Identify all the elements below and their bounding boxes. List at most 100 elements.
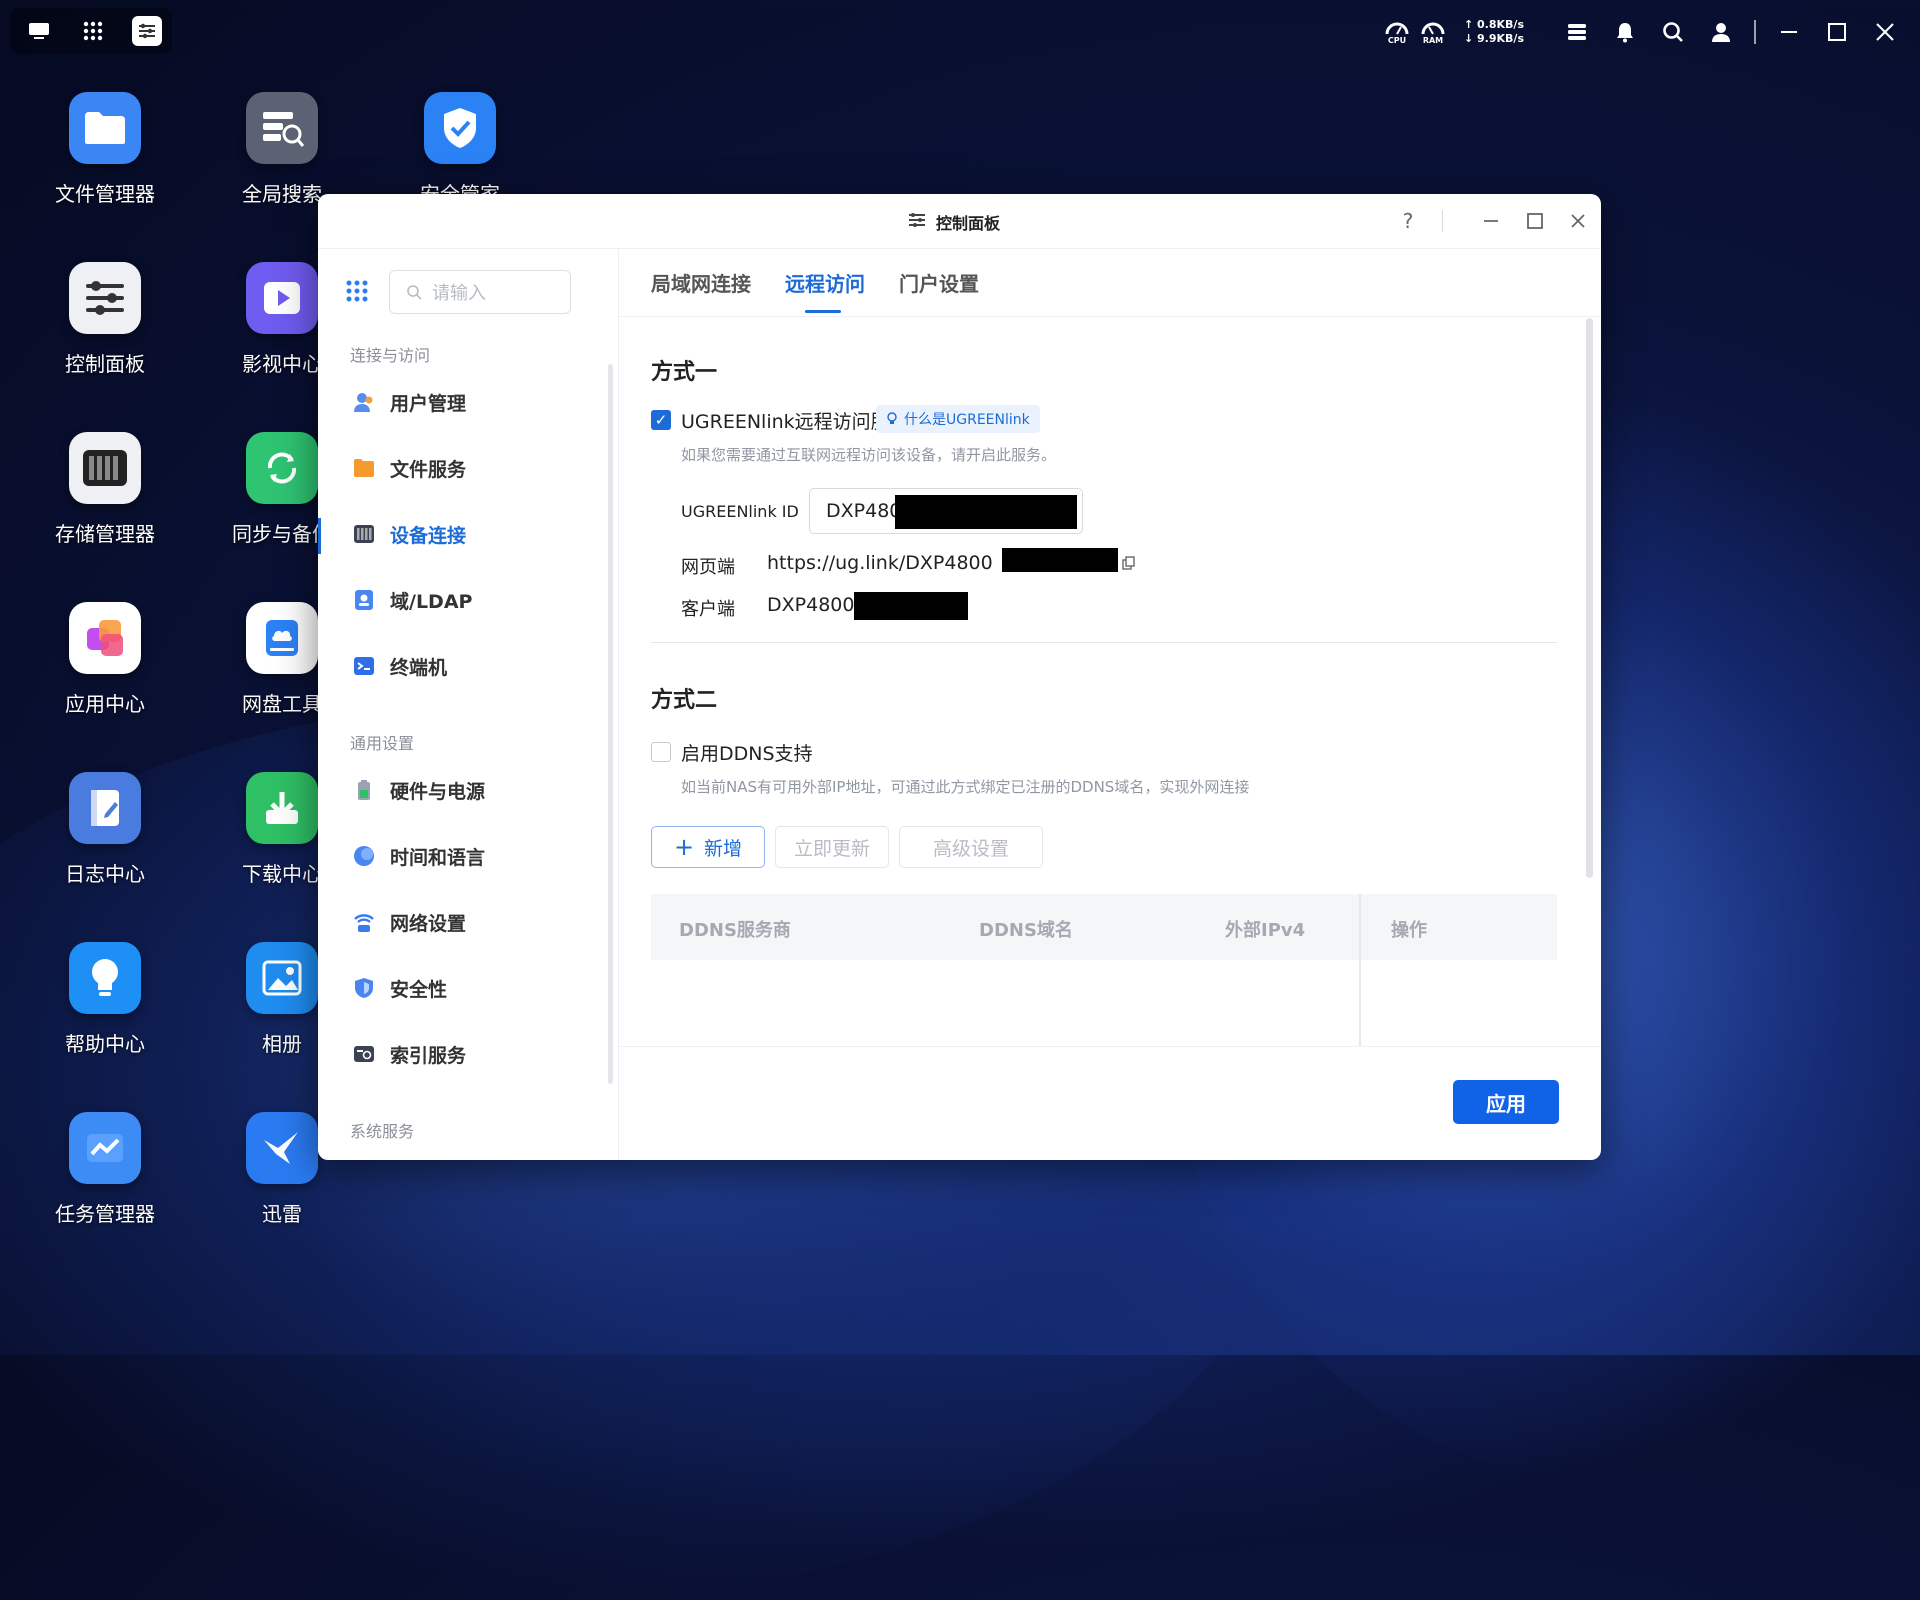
nav-label: 索引服务 <box>390 1044 467 1067</box>
nav-item-file-services[interactable]: 文件服务 <box>352 448 466 488</box>
desktop-icon-app-center[interactable]: 应用中心 <box>25 602 185 717</box>
ddns-checkbox-label: 启用DDNS支持 <box>681 743 813 765</box>
lightbulb-icon <box>69 942 141 1014</box>
widgets-icon[interactable] <box>1562 17 1592 47</box>
ddns-checkbox[interactable] <box>651 742 671 762</box>
update-now-button[interactable]: 立即更新 <box>775 826 889 868</box>
tab-portal-settings[interactable]: 门户设置 <box>899 268 979 307</box>
main-content: 局域网连接 远程访问 门户设置 方式一 ✓ UGREENlink远程访问服务 什… <box>619 248 1601 1160</box>
desktop-icon-control-panel[interactable]: 控制面板 <box>25 262 185 377</box>
control-panel-task-icon[interactable] <box>132 16 162 46</box>
nav-item-security[interactable]: 安全性 <box>352 968 447 1008</box>
nav-item-terminal[interactable]: 终端机 <box>352 646 447 686</box>
battery-icon <box>358 780 370 800</box>
client-label: 客户端 <box>681 599 735 620</box>
ram-gauge[interactable]: RAM <box>1420 20 1446 45</box>
app-grid-icon[interactable] <box>78 16 108 46</box>
cpu-gauge[interactable]: CPU <box>1384 20 1410 45</box>
ugreenlink-hint: 如果您需要通过互联网远程访问该设备，请开启此服务。 <box>681 446 1057 464</box>
ddns-table-header: DDNS服务商 DDNS域名 外部IPv4 操作 <box>651 894 1557 960</box>
nav-item-user-management[interactable]: 用户管理 <box>352 382 466 422</box>
index-icon <box>354 1046 374 1062</box>
search-input[interactable]: 请输入 <box>389 270 571 314</box>
help-button[interactable]: ? <box>1393 206 1423 236</box>
redaction-block <box>895 495 1077 529</box>
copy-icon[interactable] <box>1122 555 1136 574</box>
control-panel-window: 控制面板 ? 请输入 连接与访问 用户管理 文件服务 设备连接 域/LDAP 终… <box>318 194 1601 1160</box>
nav-item-index-service[interactable]: 索引服务 <box>352 1034 466 1074</box>
sidebar-scrollbar[interactable] <box>608 364 613 1084</box>
bell-icon[interactable] <box>1610 17 1640 47</box>
nav-item-domain-ldap[interactable]: 域/LDAP <box>352 580 472 620</box>
nav-label: 时间和语言 <box>390 846 486 869</box>
shield-icon <box>355 978 373 998</box>
sliders-icon <box>69 262 141 334</box>
nav-label: 终端机 <box>390 656 448 679</box>
web-url-link[interactable]: https://ug.link/DXP4800 <box>767 552 993 574</box>
menu-grid-icon[interactable] <box>344 278 370 304</box>
desktop-icon-security[interactable]: 安全管家 <box>380 92 540 207</box>
minimize-icon[interactable] <box>1774 17 1804 47</box>
desktop-icon-storage-manager[interactable]: 存储管理器 <box>25 432 185 547</box>
content-scrollbar[interactable] <box>1586 318 1593 878</box>
section-separator <box>651 642 1557 643</box>
shield-check-icon <box>424 92 496 164</box>
control-panel-small-icon <box>908 211 926 233</box>
nas-device-icon <box>354 525 374 543</box>
desktop-icon-log-center[interactable]: 日志中心 <box>25 772 185 887</box>
user-icon[interactable] <box>1706 17 1736 47</box>
add-button-label: 新增 <box>704 837 743 860</box>
what-is-ugreenlink-link[interactable]: 什么是UGREENlink <box>876 405 1040 433</box>
terminal-icon <box>354 657 374 675</box>
add-ddns-button[interactable]: + 新增 <box>651 826 765 868</box>
section-label-connect: 连接与访问 <box>350 346 431 365</box>
window-minimize-icon[interactable] <box>1476 206 1506 236</box>
show-desktop-icon[interactable] <box>24 16 54 46</box>
ugreenlink-checkbox-label: UGREENlink远程访问服务 <box>681 411 909 433</box>
advanced-settings-button[interactable]: 高级设置 <box>899 826 1043 868</box>
ram-label: RAM <box>1422 35 1444 45</box>
th-ddns-provider: DDNS服务商 <box>679 920 791 941</box>
desktop-icon-help-center[interactable]: 帮助中心 <box>25 942 185 1057</box>
nav-label: 安全性 <box>390 978 448 1001</box>
apply-button[interactable]: 应用 <box>1453 1080 1559 1124</box>
ugreenlink-id-label: UGREENlink ID <box>681 502 799 521</box>
close-icon[interactable] <box>1870 17 1900 47</box>
download-icon <box>246 772 318 844</box>
desktop-icon-task-manager[interactable]: 任务管理器 <box>25 1112 185 1227</box>
nav-item-time-language[interactable]: 时间和语言 <box>352 836 485 876</box>
maximize-icon[interactable] <box>1822 17 1852 47</box>
window-maximize-icon[interactable] <box>1520 206 1550 236</box>
ddns-hint: 如当前NAS有可用外部IP地址，可通过此方式绑定已注册的DDNS域名，实现外网连… <box>681 778 1250 796</box>
desktop-icon-label: 存储管理器 <box>55 522 155 546</box>
desktop-icon-label: 控制面板 <box>65 352 145 376</box>
log-icon <box>69 772 141 844</box>
ugreenlink-checkbox[interactable]: ✓ <box>651 410 671 430</box>
globe-clock-icon <box>354 846 374 866</box>
tab-lan-connection[interactable]: 局域网连接 <box>651 268 751 307</box>
desktop-icon-label: 帮助中心 <box>65 1032 145 1056</box>
nav-label: 文件服务 <box>390 458 467 481</box>
desktop-icon-label: 文件管理器 <box>55 182 155 206</box>
top-bar: CPU RAM ↑ 0.8KB/s ↓ 9.9KB/s <box>0 0 1920 64</box>
taskbar-group <box>10 8 172 54</box>
search-icon[interactable] <box>1658 17 1688 47</box>
tab-divider <box>619 316 1601 317</box>
tab-remote-access[interactable]: 远程访问 <box>785 268 865 313</box>
window-titlebar[interactable]: 控制面板 ? <box>318 194 1601 249</box>
tray: CPU RAM ↑ 0.8KB/s ↓ 9.9KB/s <box>1384 14 1900 50</box>
nav-item-device-connection[interactable]: 设备连接 <box>352 514 466 554</box>
section-label-system: 系统服务 <box>350 1122 415 1141</box>
nav-item-hardware-power[interactable]: 硬件与电源 <box>352 770 485 810</box>
method-one-title: 方式一 <box>651 360 718 385</box>
th-ddns-domain: DDNS域名 <box>979 920 1073 941</box>
global-search-icon <box>246 92 318 164</box>
folder-icon <box>69 92 141 164</box>
desktop-icon-file-manager[interactable]: 文件管理器 <box>25 92 185 207</box>
desktop-icon-global-search[interactable]: 全局搜索 <box>202 92 362 207</box>
desktop-icon-label: 日志中心 <box>65 862 145 886</box>
video-icon <box>246 262 318 334</box>
nav-item-network[interactable]: 网络设置 <box>352 902 466 942</box>
network-speed[interactable]: ↑ 0.8KB/s ↓ 9.9KB/s <box>1464 18 1524 46</box>
window-close-icon[interactable] <box>1563 206 1593 236</box>
